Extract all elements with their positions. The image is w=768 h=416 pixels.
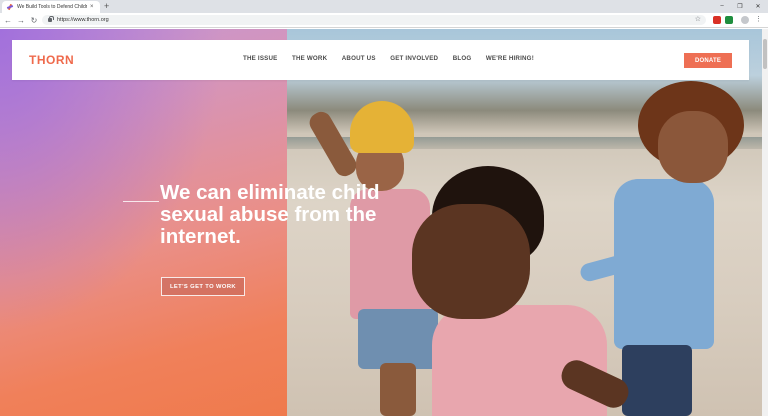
- lock-icon: [48, 16, 54, 22]
- minimize-button[interactable]: –: [714, 0, 730, 12]
- main-nav: THE ISSUE THE WORK ABOUT US GET INVOLVED…: [243, 55, 548, 62]
- browser-tab[interactable]: We Build Tools to Defend Childr... ×: [2, 1, 100, 13]
- tab-strip: We Build Tools to Defend Childr... × + –…: [0, 0, 768, 13]
- address-bar[interactable]: https://www.thorn.org ☆: [42, 15, 706, 25]
- forward-icon[interactable]: →: [15, 14, 27, 26]
- close-window-button[interactable]: ✕: [750, 0, 766, 12]
- bookmark-star-icon[interactable]: ☆: [695, 16, 701, 24]
- maximize-button[interactable]: ❐: [732, 0, 748, 12]
- tab-close-icon[interactable]: ×: [90, 4, 94, 10]
- web-page: THORN THE ISSUE THE WORK ABOUT US GET IN…: [0, 29, 762, 416]
- donate-button[interactable]: DONATE: [684, 53, 732, 68]
- extension-green-icon[interactable]: [725, 16, 733, 24]
- profile-avatar-icon[interactable]: [741, 16, 749, 24]
- extension-red-icon[interactable]: [713, 16, 721, 24]
- hero-divider: [123, 201, 159, 202]
- browser-menu-icon[interactable]: ⋮: [755, 15, 762, 25]
- nav-the-work[interactable]: THE WORK: [292, 55, 327, 62]
- headline-line-3: internet.: [160, 225, 241, 248]
- scrollbar-thumb[interactable]: [763, 39, 767, 69]
- tab-title: We Build Tools to Defend Childr...: [17, 4, 87, 10]
- headline-line-2: sexual abuse from the: [160, 203, 377, 226]
- nav-get-involved[interactable]: GET INVOLVED: [390, 55, 438, 62]
- back-icon[interactable]: ←: [2, 14, 14, 26]
- thorn-favicon-icon: [7, 4, 13, 10]
- nav-blog[interactable]: BLOG: [453, 55, 472, 62]
- thorn-logo[interactable]: THORN: [29, 53, 74, 67]
- get-to-work-button[interactable]: LET'S GET TO WORK: [161, 277, 245, 296]
- nav-were-hiring[interactable]: WE'RE HIRING!: [486, 55, 534, 62]
- new-tab-button[interactable]: +: [104, 1, 109, 12]
- page-scrollbar[interactable]: [762, 29, 768, 416]
- browser-toolbar: ← → ↻ https://www.thorn.org ☆ ⋮: [0, 13, 768, 28]
- nav-the-issue[interactable]: THE ISSUE: [243, 55, 277, 62]
- nav-about-us[interactable]: ABOUT US: [342, 55, 376, 62]
- hero-headline: We can eliminate child sexual abuse from…: [160, 182, 420, 248]
- headline-line-1: We can eliminate child: [160, 181, 380, 204]
- reload-icon[interactable]: ↻: [28, 14, 40, 26]
- url-text: https://www.thorn.org: [57, 17, 109, 23]
- site-header: THORN THE ISSUE THE WORK ABOUT US GET IN…: [12, 40, 749, 80]
